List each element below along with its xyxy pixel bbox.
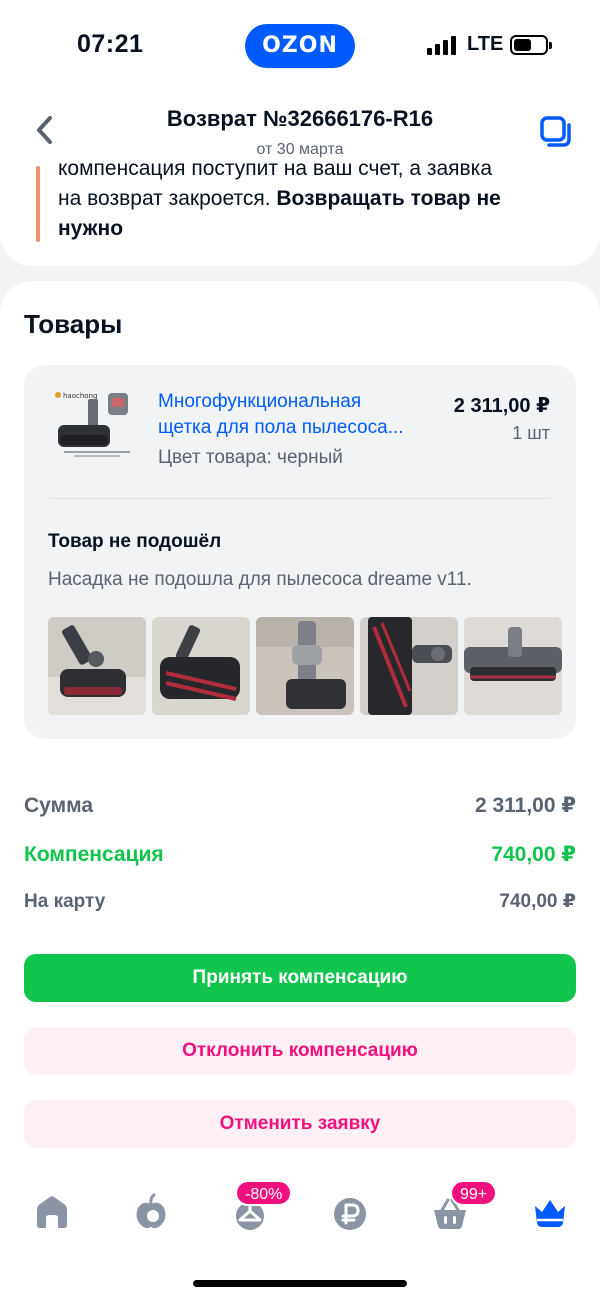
nav-fresh[interactable] [131, 1192, 171, 1232]
nav-home[interactable] [32, 1192, 72, 1232]
status-time: 07:21 [77, 30, 144, 58]
product-thumbnail[interactable]: haochong [50, 389, 150, 469]
status-bar: 07:21 OZON LTE [0, 0, 600, 92]
network-label: LTE [467, 33, 504, 55]
cart-badge: 99+ [450, 1180, 498, 1206]
sum-row: Сумма 2 311,00 ₽ [24, 793, 576, 818]
page-header: Возврат №32666176-R16 от 30 марта [0, 92, 600, 162]
return-photo[interactable] [256, 617, 354, 715]
decline-compensation-button[interactable]: Отклонить компенсацию [24, 1027, 576, 1075]
sum-value: 2 311,00 ₽ [474, 794, 576, 817]
ozon-logo[interactable]: OZON [245, 24, 355, 68]
copy-icon [540, 116, 571, 147]
notice-accent-bar [36, 166, 40, 242]
compensation-value: 740,00 ₽ [491, 843, 576, 866]
return-reason-title: Товар не подошёл [48, 531, 222, 552]
goods-card: Товары haochong Многофункциональная щетк… [0, 281, 600, 1300]
product-name-link[interactable]: Многофункциональная щетка для пола пылес… [158, 389, 428, 441]
signal-icon [427, 35, 459, 55]
page-title: Возврат №32666176-R16 [166, 106, 434, 131]
notice-text-plain: на возврат закроется. [58, 187, 277, 210]
battery-icon [510, 35, 552, 55]
return-photo[interactable] [48, 617, 146, 715]
thumb-brand-text: haochong [63, 392, 97, 400]
ruble-icon [334, 1198, 366, 1230]
cancel-request-button[interactable]: Отменить заявку [24, 1100, 576, 1148]
divider [50, 498, 550, 499]
home-icon [37, 1196, 67, 1228]
copy-button[interactable] [538, 114, 574, 150]
compensation-label: Компенсация [24, 842, 164, 866]
product-quantity: 1 шт [512, 423, 550, 443]
bottom-nav: -80% 99+ [0, 1170, 600, 1300]
accept-compensation-button[interactable]: Принять компенсацию [24, 954, 576, 1002]
to-card-value: 740,00 ₽ [499, 891, 576, 912]
to-card-label: На карту [24, 890, 106, 912]
to-card-row: На карту 740,00 ₽ [24, 890, 576, 913]
return-photo[interactable] [152, 617, 250, 715]
notice-text: компенсация поступит на ваш счет, а заяв… [58, 154, 558, 244]
compensation-row: Компенсация 740,00 ₽ [24, 842, 576, 867]
product-image: haochong [55, 392, 130, 457]
product-price: 2 311,00 ₽ [453, 395, 550, 417]
page-subtitle: от 30 марта [256, 141, 344, 158]
return-reason-text: Насадка не подошла для пылесоса dreame v… [48, 569, 472, 590]
crown-icon [535, 1200, 565, 1227]
product-color: Цвет товара: черный [158, 447, 343, 468]
sale-badge: -80% [235, 1180, 293, 1206]
sum-label: Сумма [24, 793, 94, 817]
nav-profile[interactable] [530, 1192, 570, 1232]
product-box: haochong Многофункциональная щетка для п… [24, 365, 576, 739]
nav-bank[interactable] [330, 1192, 370, 1232]
return-photo[interactable] [464, 617, 562, 715]
photos-row [48, 617, 562, 715]
home-indicator [193, 1280, 407, 1287]
return-photo[interactable] [360, 617, 458, 715]
apple-icon [136, 1193, 166, 1229]
goods-section-title: Товары [24, 309, 123, 339]
